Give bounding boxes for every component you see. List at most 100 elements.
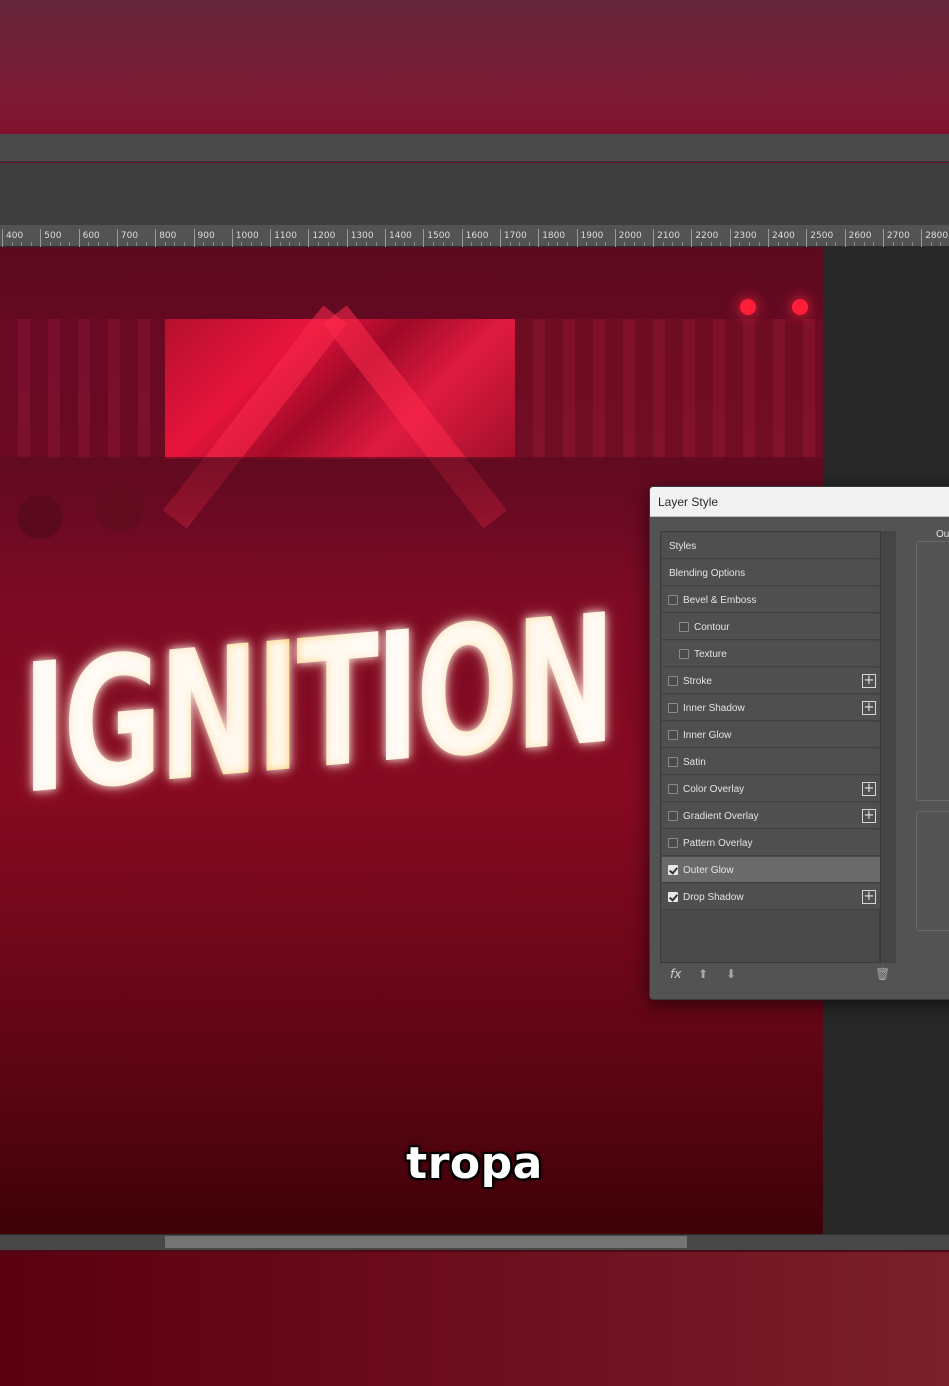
video-background-bottom (0, 1252, 949, 1386)
ruler-minor-tick (758, 242, 760, 246)
style-checkbox[interactable] (668, 703, 678, 713)
ruler-minor-tick (892, 242, 894, 246)
ruler-minor-tick (21, 242, 23, 246)
style-item-pattern-overlay[interactable]: Pattern Overlay (662, 830, 880, 856)
style-item-label: Contour (694, 622, 730, 633)
ruler-minor-tick (930, 242, 932, 246)
trash-icon[interactable]: 🗑 (875, 967, 890, 981)
style-item-inner-shadow[interactable]: Inner Shadow + (662, 695, 880, 721)
ruler-minor-tick (777, 242, 779, 246)
add-style-instance-button[interactable]: + (862, 701, 876, 715)
style-checkbox[interactable] (679, 622, 689, 632)
style-item-inner-glow[interactable]: Inner Glow (662, 722, 880, 748)
ruler-minor-tick (634, 242, 635, 246)
ruler-tick-label: 2800 (921, 229, 948, 247)
dialog-titlebar[interactable]: Layer Style (650, 487, 949, 517)
ruler-minor-tick (164, 242, 166, 246)
ruler-minor-tick (356, 242, 358, 246)
blending-options-label: Blending Options (669, 568, 746, 579)
ruler-minor-tick (97, 242, 99, 246)
style-item-drop-shadow[interactable]: Drop Shadow + (662, 884, 880, 910)
style-checkbox[interactable] (668, 811, 678, 821)
fx-icon[interactable]: fx (670, 967, 681, 981)
video-caption: tropa (406, 1138, 543, 1189)
artwork-title-text: IGNITION (22, 575, 612, 834)
ruler-minor-tick (681, 242, 683, 246)
horizontal-ruler[interactable]: 400 500 600 700 800 900 1000 1100 1200 1300 1400 15… (0, 225, 949, 247)
style-checkbox[interactable] (668, 676, 678, 686)
style-checkbox[interactable] (679, 649, 689, 659)
ruler-tick-label: 2200 (691, 229, 718, 247)
style-item-color-overlay[interactable]: Color Overlay + (662, 776, 880, 802)
ruler-minor-tick (643, 242, 645, 246)
style-checkbox[interactable] (668, 730, 678, 740)
ruler-tick-label: 2700 (882, 229, 910, 247)
blending-options-item[interactable]: Blending Options (662, 560, 880, 586)
horizontal-scrollbar-thumb[interactable] (165, 1236, 687, 1248)
ruler-minor-tick (136, 242, 138, 246)
style-item-label: Color Overlay (683, 784, 745, 795)
ruler-minor-tick (365, 242, 367, 246)
ruler-minor-tick (902, 242, 904, 246)
ruler-minor-tick (509, 242, 511, 246)
ruler-minor-tick (88, 242, 90, 246)
ruler-minor-tick (413, 242, 415, 246)
style-checkbox[interactable] (668, 838, 678, 848)
style-checkbox[interactable] (668, 757, 678, 767)
ruler-tick-label: 900 (193, 229, 215, 247)
ruler-minor-tick (567, 242, 568, 246)
ruler-minor-tick (480, 242, 482, 246)
add-style-instance-button[interactable]: + (862, 782, 876, 796)
style-item-gradient-overlay[interactable]: Gradient Overlay + (662, 803, 880, 829)
style-item-label: Inner Glow (683, 730, 732, 741)
style-checkbox[interactable] (668, 784, 678, 794)
ruler-minor-tick (940, 242, 942, 246)
style-item-label: Texture (694, 649, 727, 660)
ruler-minor-tick (519, 242, 521, 246)
ruler-tick-label: 1900 (576, 229, 603, 247)
settings-group-structure (916, 541, 949, 801)
ruler-minor-tick (911, 242, 913, 246)
style-item-label: Drop Shadow (683, 892, 744, 903)
ruler-minor-tick (241, 242, 243, 246)
style-item-stroke[interactable]: Stroke + (662, 668, 880, 694)
style-checkbox[interactable] (668, 595, 678, 605)
ruler-minor-tick (624, 242, 626, 246)
add-style-instance-button[interactable]: + (862, 890, 876, 904)
arrow-down-icon[interactable]: ⬇ (726, 967, 736, 981)
ruler-minor-tick (605, 242, 607, 246)
style-item-label: Outer Glow (683, 865, 734, 876)
style-item-outer-glow[interactable]: Outer Glow (662, 857, 880, 883)
style-item-label: Pattern Overlay (683, 838, 753, 849)
stage-led-wall-left (0, 319, 165, 459)
ruler-minor-tick (528, 242, 530, 246)
add-style-instance-button[interactable]: + (862, 674, 876, 688)
style-item-texture[interactable]: Texture (662, 641, 880, 667)
styles-header-label: Styles (669, 541, 697, 552)
dialog-title: Layer Style (658, 495, 719, 509)
style-item-satin[interactable]: Satin (662, 749, 880, 775)
styles-header[interactable]: Styles (662, 533, 880, 559)
style-checkbox[interactable] (668, 892, 678, 902)
ruler-tick-label: 500 (40, 229, 61, 247)
style-item-contour[interactable]: Contour (662, 614, 880, 640)
ruler-minor-tick (375, 242, 377, 246)
style-checkbox[interactable] (668, 865, 678, 875)
ruler-minor-tick (126, 242, 128, 246)
ruler-tick-label: 1800 (538, 229, 565, 247)
arrow-up-icon[interactable]: ⬆ (698, 967, 708, 981)
ruler-minor-tick (222, 242, 224, 246)
ruler-minor-tick (595, 242, 597, 246)
ruler-tick-label: 2300 (729, 229, 757, 247)
layer-style-dialog[interactable]: Layer Style Styles Blending Options Beve… (649, 486, 949, 1000)
ruler-minor-tick (452, 242, 454, 246)
style-item-bevel-and-emboss[interactable]: Bevel & Emboss (662, 587, 880, 613)
ruler-minor-tick (432, 242, 434, 246)
ruler-minor-tick (748, 242, 750, 246)
styles-list-scrollbar[interactable] (880, 531, 896, 963)
ruler-minor-tick (49, 242, 51, 246)
add-style-instance-button[interactable]: + (862, 809, 876, 823)
ruler-minor-tick (547, 242, 549, 246)
style-item-label: Gradient Overlay (683, 811, 759, 822)
ruler-minor-tick (854, 242, 856, 246)
